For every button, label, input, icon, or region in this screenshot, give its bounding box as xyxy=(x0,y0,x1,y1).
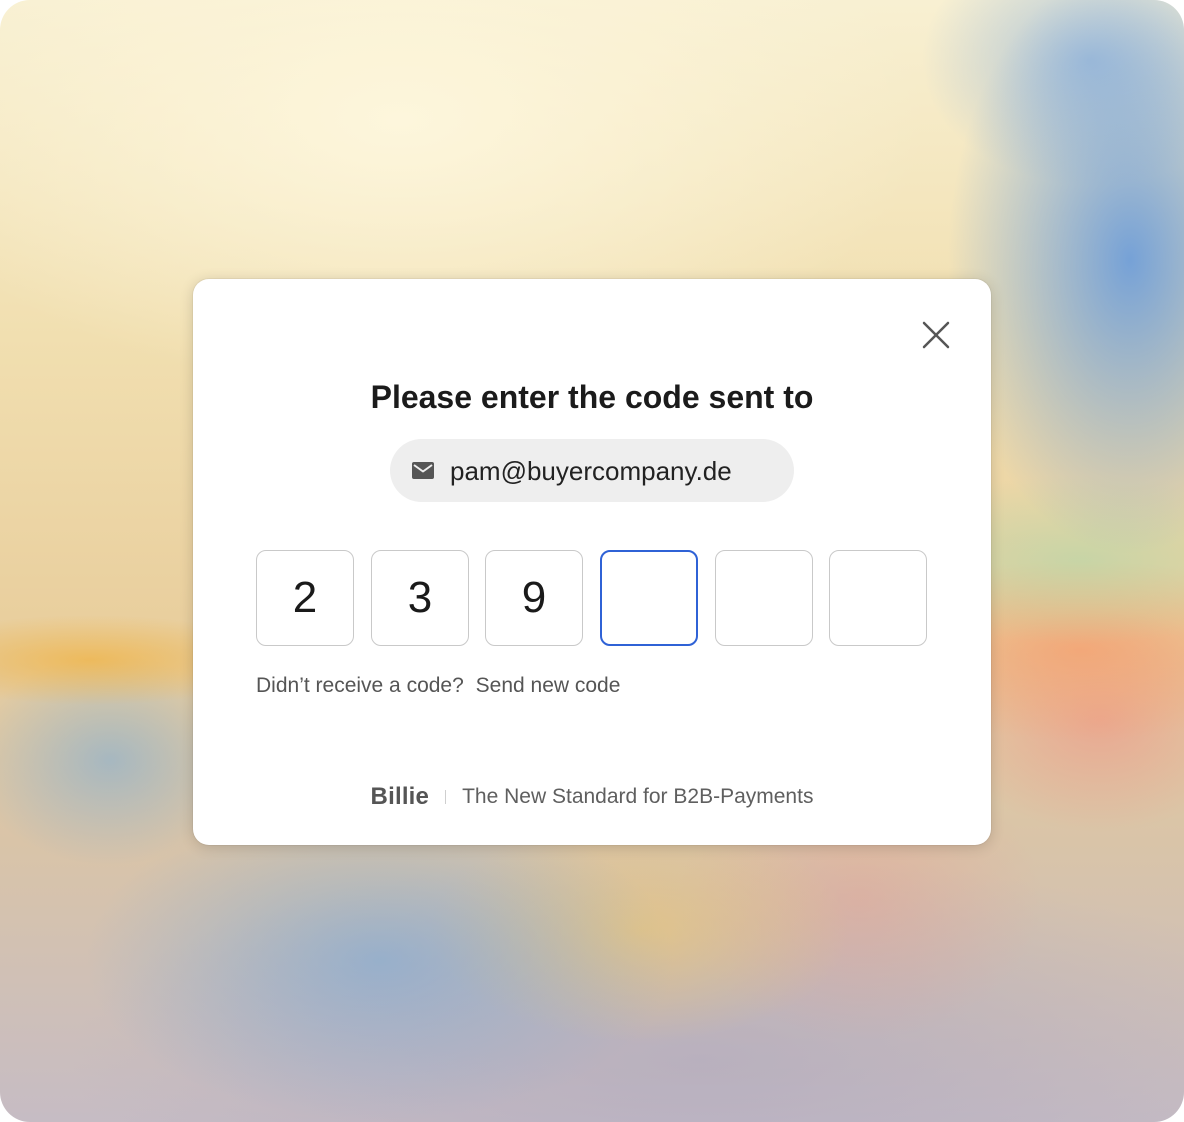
code-digit-1[interactable]: 2 xyxy=(256,550,354,646)
dialog-title: Please enter the code sent to xyxy=(370,379,814,415)
resend-prompt: Didn’t receive a code? xyxy=(256,674,464,697)
code-digit-3[interactable]: 9 xyxy=(485,550,583,646)
code-digit-2[interactable]: 3 xyxy=(371,550,469,646)
background-canvas: Please enter the code sent to pam@buyerc… xyxy=(0,0,1184,1122)
dialog-footer: Billie The New Standard for B2B-Payments xyxy=(193,783,991,811)
resend-row: Didn’t receive a code? Send new code xyxy=(256,671,620,701)
email-address: pam@buyercompany.de xyxy=(450,455,732,486)
verification-dialog: Please enter the code sent to pam@buyerc… xyxy=(193,279,991,845)
send-new-code-link[interactable]: Send new code xyxy=(476,674,621,697)
mail-icon xyxy=(412,462,434,480)
close-icon xyxy=(922,321,950,349)
footer-tagline: The New Standard for B2B-Payments xyxy=(462,785,814,808)
code-digit-5[interactable] xyxy=(715,550,813,646)
code-digit-4[interactable] xyxy=(600,550,698,646)
email-pill: pam@buyercompany.de xyxy=(390,439,794,502)
footer-divider xyxy=(445,790,447,804)
code-input-row: 2 3 9 xyxy=(256,550,929,646)
billie-logo: Billie xyxy=(370,783,430,810)
close-button[interactable] xyxy=(916,315,956,355)
code-digit-6[interactable] xyxy=(829,550,927,646)
